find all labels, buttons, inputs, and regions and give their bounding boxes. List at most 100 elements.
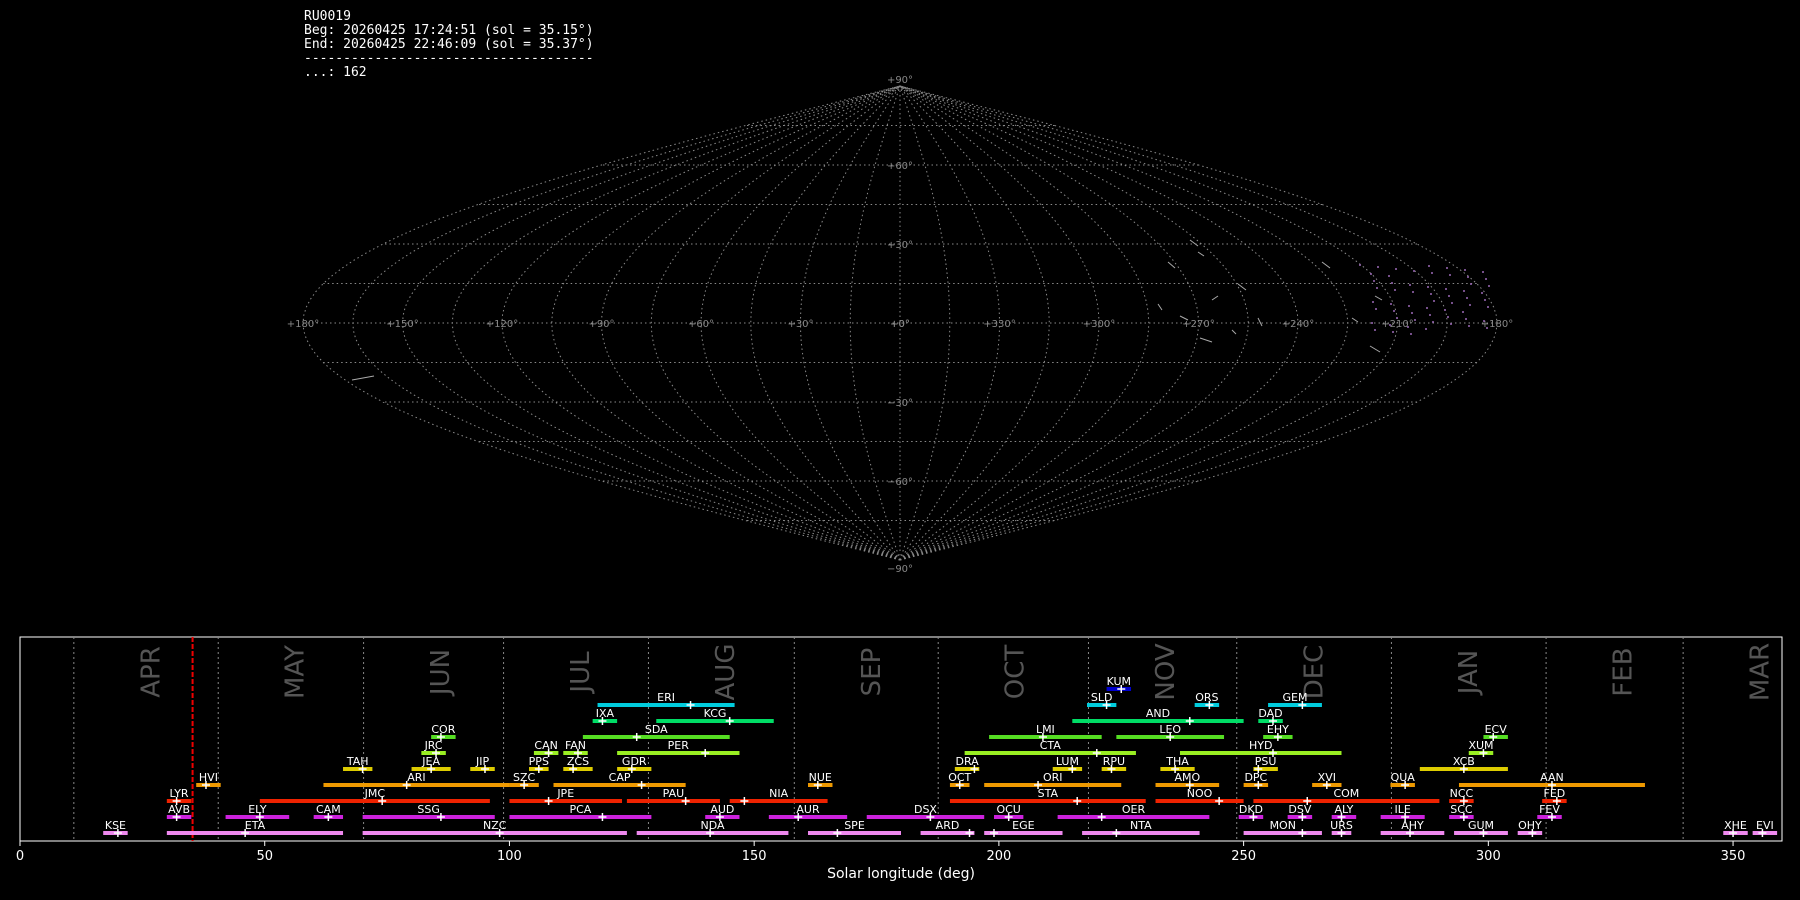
radiant-dot — [1481, 292, 1483, 294]
shower-code-label: ARI — [407, 771, 425, 784]
shower-code-label: PPS — [529, 755, 549, 768]
radiant-dot — [1430, 293, 1432, 295]
shower-code-label: XUM — [1468, 739, 1493, 752]
radiant-dot — [1470, 283, 1472, 285]
shower-code-label: JEA — [421, 755, 440, 768]
radiant-dot — [1409, 284, 1411, 286]
radiant-dot — [1468, 325, 1470, 327]
shower-code-label: ORS — [1195, 691, 1218, 704]
shower-code-label: IXA — [596, 707, 615, 720]
shower-code-label: XHE — [1724, 819, 1747, 832]
radiant-dot — [1463, 290, 1465, 292]
shower-code-label: ALY — [1334, 803, 1353, 816]
shower-code-label: EGE — [1012, 819, 1034, 832]
shower-code-label: NIA — [769, 787, 788, 800]
shower-code-label: SZC — [513, 771, 536, 784]
shower-code-label: CAN — [534, 739, 557, 752]
month-label: MAY — [281, 645, 311, 699]
shower-code-label: HYD — [1249, 739, 1272, 752]
radiant-dot — [1465, 318, 1467, 320]
month-label: NOV — [1151, 643, 1181, 700]
meteor-trail — [1167, 261, 1176, 269]
latitude-label: +60° — [887, 161, 913, 172]
meteor-trail — [1197, 251, 1205, 257]
longitude-label: +330° — [983, 319, 1015, 330]
radiant-dot — [1450, 323, 1452, 325]
radiant-dot — [1375, 308, 1377, 310]
shower-code-label: CAM — [316, 803, 341, 816]
radiant-dot — [1389, 324, 1391, 326]
radiant-dot — [1376, 287, 1378, 289]
x-tick-label: 0 — [16, 849, 24, 864]
radiant-dot — [1390, 303, 1392, 305]
radiant-dot — [1447, 316, 1449, 318]
radiant-dot — [1394, 289, 1396, 291]
month-label: JUL — [566, 651, 596, 695]
shower-code-label: OER — [1122, 803, 1146, 816]
shower-code-label: NZC — [483, 819, 507, 832]
shower-code-label: NOO — [1187, 787, 1213, 800]
meteor-trail — [351, 375, 375, 381]
longitude-label: +120° — [486, 319, 518, 330]
shower-code-label: EVI — [1756, 819, 1774, 832]
shower-code-label: SSG — [417, 803, 440, 816]
shower-code-label: QUA — [1391, 771, 1416, 784]
shower-code-label: NTA — [1130, 819, 1152, 832]
shower-code-label: CTA — [1040, 739, 1062, 752]
shower-code-label: PSU — [1255, 755, 1277, 768]
x-tick-label: 300 — [1476, 849, 1501, 864]
shower-code-label: NDA — [701, 819, 726, 832]
radiant-dot — [1426, 307, 1428, 309]
shower-code-label: STA — [1038, 787, 1059, 800]
shower-code-label: AVB — [168, 803, 190, 816]
shower-code-label: OCU — [996, 803, 1020, 816]
radiant-dot — [1359, 264, 1361, 266]
meteor-trail — [1211, 295, 1219, 301]
shower-code-label: KCG — [704, 707, 727, 720]
latitude-label: −60° — [887, 477, 913, 488]
shower-code-label: ARD — [936, 819, 960, 832]
x-tick-label: 200 — [986, 849, 1011, 864]
shower-code-label: DSV — [1288, 803, 1311, 816]
radiant-dot — [1388, 275, 1390, 277]
shower-code-label: AUD — [710, 803, 734, 816]
shower-code-label: DSX — [914, 803, 937, 816]
radiant-dot — [1469, 304, 1471, 306]
shower-code-label: GUM — [1468, 819, 1494, 832]
shower-code-label: LMI — [1036, 723, 1055, 736]
shower-code-label: SCC — [1450, 803, 1473, 816]
radiant-dot — [1391, 282, 1393, 284]
radiant-dot — [1427, 286, 1429, 288]
radiant-dot — [1410, 333, 1412, 335]
shower-code-label: ECV — [1485, 723, 1508, 736]
shower-code-label: GEM — [1283, 691, 1308, 704]
radiant-dot — [1467, 276, 1469, 278]
meteor-trail — [1374, 295, 1383, 301]
radiant-dot — [1393, 310, 1395, 312]
shower-code-label: XCB — [1453, 755, 1475, 768]
shower-code-label: RPU — [1103, 755, 1125, 768]
radiant-dot — [1485, 278, 1487, 280]
radiant-dot — [1432, 321, 1434, 323]
radiant-dot — [1448, 295, 1450, 297]
meteor-trail — [1199, 337, 1213, 343]
latitude-label: +30° — [887, 240, 913, 251]
shower-code-label: FEV — [1539, 803, 1560, 816]
shower-code-label: HVI — [199, 771, 218, 784]
radiant-dot — [1413, 270, 1415, 272]
meteor-trail — [1257, 317, 1263, 327]
shower-code-label: XVI — [1318, 771, 1336, 784]
radiant-dot — [1370, 273, 1372, 275]
radiant-dot — [1433, 300, 1435, 302]
meteor-trail — [1157, 303, 1163, 311]
shower-code-label: OHY — [1518, 819, 1542, 832]
meteor-trail — [1189, 239, 1199, 247]
month-label: FEB — [1609, 647, 1639, 696]
shower-code-label: COR — [431, 723, 455, 736]
shower-code-label: LYR — [170, 787, 189, 800]
shower-code-label: AMO — [1174, 771, 1200, 784]
month-label: APR — [136, 646, 166, 698]
shower-code-label: ETA — [245, 819, 266, 832]
shower-code-label: NUE — [809, 771, 832, 784]
radiant-dot — [1487, 306, 1489, 308]
